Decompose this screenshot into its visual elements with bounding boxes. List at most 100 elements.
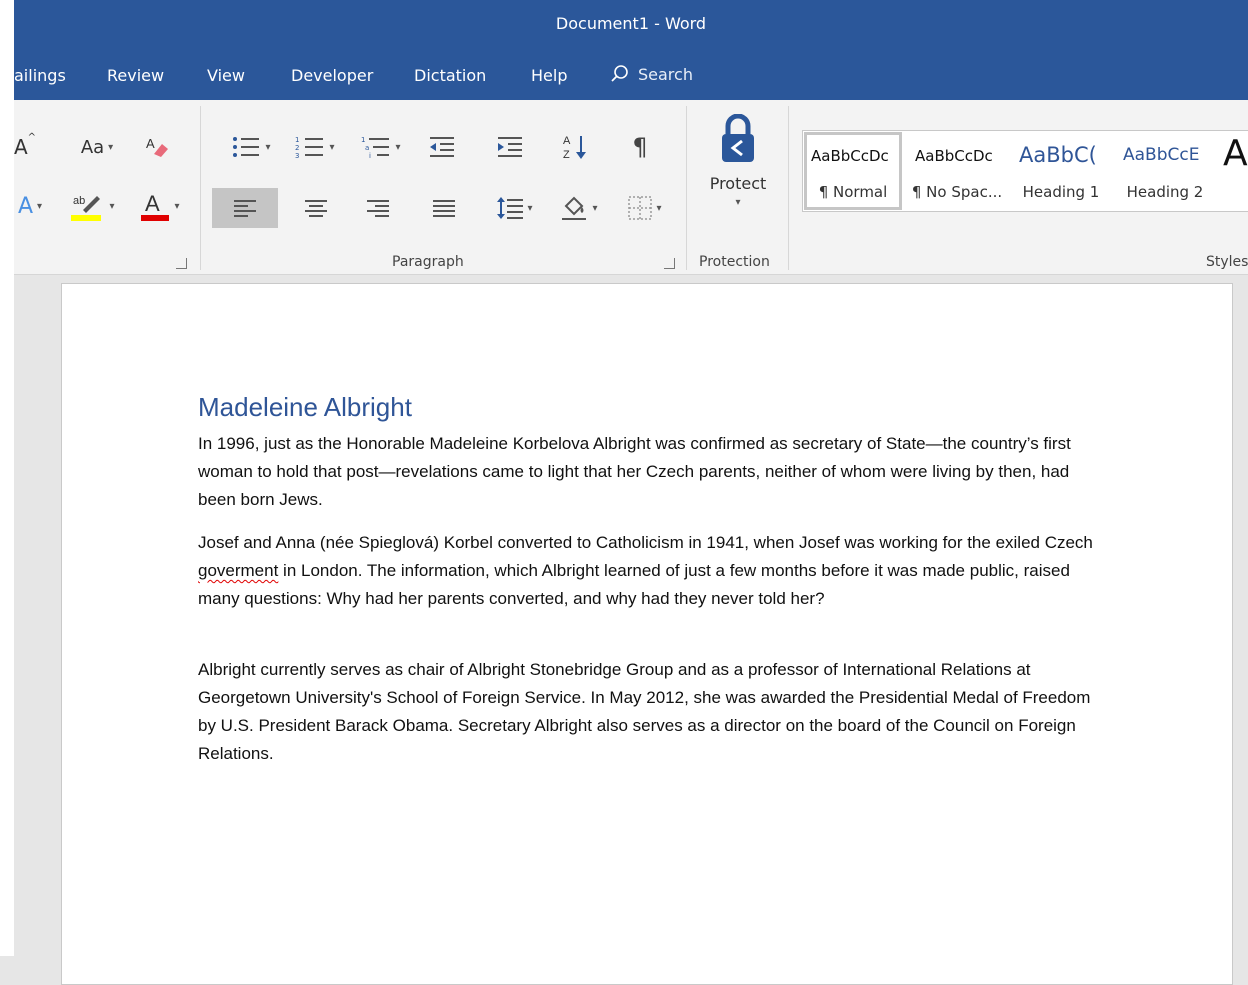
- protection-group-label: Protection: [699, 254, 770, 270]
- borders-button[interactable]: ▾: [620, 188, 670, 228]
- change-case-label: Aa: [80, 136, 105, 158]
- tab-developer[interactable]: Developer: [291, 66, 373, 85]
- multilevel-list-icon: 1 a i: [361, 136, 390, 159]
- style-no-spacing[interactable]: AaBbCcDc ¶ No Spac...: [907, 131, 1007, 211]
- increase-indent-button[interactable]: [490, 132, 530, 162]
- title-bar: Document1 - Word: [14, 0, 1248, 48]
- search-label: Search: [638, 64, 693, 84]
- style-name: ¶ Normal: [818, 183, 888, 201]
- group-separator: [200, 106, 201, 270]
- chevron-down-icon: ▾: [37, 200, 43, 212]
- paragraph-3[interactable]: Albright currently serves as chair of Al…: [198, 656, 1098, 768]
- style-sample: AaBbCcDc: [811, 147, 889, 165]
- highlight-color-button[interactable]: ab ▾: [68, 188, 118, 224]
- align-left-button[interactable]: [212, 188, 278, 228]
- svg-text:1: 1: [295, 136, 299, 144]
- numbering-button[interactable]: 1 2 3 ▾: [290, 132, 340, 162]
- chevron-down-icon: ▾: [656, 202, 662, 214]
- borders-icon: [628, 196, 653, 220]
- font-dialog-launcher[interactable]: [176, 258, 187, 269]
- svg-text:2: 2: [295, 144, 299, 152]
- svg-text:A: A: [145, 191, 160, 216]
- style-sample: AaBbCcDc: [915, 147, 993, 165]
- svg-text:A: A: [563, 135, 571, 147]
- style-sample: A: [1223, 133, 1248, 174]
- paragraph-dialog-launcher[interactable]: [664, 258, 675, 269]
- line-spacing-button[interactable]: ▾: [490, 188, 540, 228]
- chevron-down-icon: ▾: [109, 200, 115, 212]
- justify-icon: [433, 200, 455, 217]
- multilevel-list-button[interactable]: 1 a i ▾: [356, 132, 406, 162]
- style-name: Heading 1: [1022, 183, 1100, 201]
- sort-button[interactable]: A Z: [558, 130, 594, 164]
- pilcrow-icon: ¶: [632, 133, 648, 161]
- align-right-icon: [367, 200, 389, 217]
- tab-dictation[interactable]: Dictation: [414, 66, 486, 85]
- tab-mailings[interactable]: ailings: [14, 66, 66, 85]
- decrease-indent-button[interactable]: [422, 132, 462, 162]
- chevron-down-icon: ▾: [265, 141, 271, 153]
- tab-help[interactable]: Help: [531, 66, 567, 85]
- numbering-icon: 1 2 3: [295, 136, 324, 159]
- chevron-down-icon: ▾: [735, 197, 741, 208]
- group-separator: [788, 106, 789, 270]
- style-name: ¶ No Spac...: [911, 183, 1003, 201]
- style-heading-2[interactable]: AaBbCcE Heading 2: [1115, 131, 1215, 211]
- shading-button[interactable]: ▾: [554, 188, 604, 228]
- paragraph-2-text: Josef and Anna (née Spieglová) Korbel co…: [198, 533, 1093, 552]
- chevron-down-icon: ▾: [174, 200, 180, 212]
- bullets-button[interactable]: ▾: [226, 132, 276, 162]
- styles-gallery: AaBbCcDc ¶ Normal AaBbCcDc ¶ No Spac... …: [802, 130, 1248, 212]
- protect-label: Protect: [709, 174, 767, 193]
- justify-button[interactable]: [424, 188, 464, 228]
- chevron-down-icon: ▾: [329, 141, 335, 153]
- document-page[interactable]: Madeleine Albright In 1996, just as the …: [61, 283, 1233, 985]
- ribbon: A ^ Aa ▾ A A ▾ ab ▾ A ▾ ▾ 1 2 3 ▾ 1 a i …: [14, 100, 1248, 275]
- window-left-edge: [0, 0, 14, 956]
- decrease-indent-icon: [430, 137, 454, 157]
- svg-text:i: i: [369, 152, 371, 159]
- chevron-down-icon: ▾: [108, 141, 114, 153]
- chevron-down-icon: ▾: [527, 202, 533, 214]
- grow-font-button[interactable]: A ^: [14, 132, 36, 162]
- misspelled-word[interactable]: goverment: [198, 561, 278, 580]
- paragraph-1[interactable]: In 1996, just as the Honorable Madeleine…: [198, 430, 1098, 514]
- document-heading[interactable]: Madeleine Albright: [198, 392, 412, 423]
- text-effects-button[interactable]: A ▾: [14, 190, 46, 222]
- group-separator: [686, 106, 687, 270]
- text-effects-icon: A: [17, 193, 34, 219]
- chevron-down-icon: ▾: [395, 141, 401, 153]
- font-color-button[interactable]: A ▾: [134, 188, 186, 224]
- style-sample: AaBbCcE: [1123, 145, 1200, 165]
- paragraph-2[interactable]: Josef and Anna (née Spieglová) Korbel co…: [198, 529, 1098, 613]
- styles-group-label: Styles: [1206, 254, 1248, 270]
- style-normal[interactable]: AaBbCcDc ¶ Normal: [803, 131, 903, 211]
- svg-text:a: a: [365, 144, 369, 152]
- font-color-icon: A: [141, 191, 170, 221]
- paint-bucket-icon: [562, 196, 587, 220]
- svg-text:Z: Z: [563, 149, 570, 161]
- align-right-button[interactable]: [358, 188, 398, 228]
- paragraph-2-text: in London. The information, which Albrig…: [198, 561, 1070, 608]
- svg-text:1: 1: [361, 136, 365, 144]
- show-formatting-marks-button[interactable]: ¶: [622, 130, 658, 164]
- tab-review[interactable]: Review: [107, 66, 164, 85]
- clear-formatting-button[interactable]: A: [140, 132, 174, 162]
- document-canvas[interactable]: Madeleine Albright In 1996, just as the …: [14, 275, 1248, 985]
- line-spacing-icon: [497, 197, 524, 219]
- style-sample: AaBbC(: [1019, 143, 1097, 167]
- style-name: Heading 2: [1126, 183, 1204, 201]
- highlighter-icon: ab: [71, 195, 102, 221]
- align-center-icon: [305, 200, 327, 217]
- change-case-button[interactable]: Aa ▾: [74, 132, 120, 162]
- tab-view[interactable]: View: [207, 66, 245, 85]
- svg-text:3: 3: [295, 152, 299, 159]
- tell-me-search[interactable]: Search: [610, 64, 693, 84]
- protect-button[interactable]: Protect ▾: [702, 114, 774, 224]
- style-heading-1[interactable]: AaBbC( Heading 1: [1011, 131, 1111, 211]
- align-left-icon: [234, 200, 256, 217]
- center-button[interactable]: [296, 188, 336, 228]
- ribbon-tabs: ailings Review View Developer Dictation …: [14, 48, 1248, 100]
- lock-icon: [722, 114, 754, 162]
- style-title[interactable]: A: [1219, 131, 1248, 211]
